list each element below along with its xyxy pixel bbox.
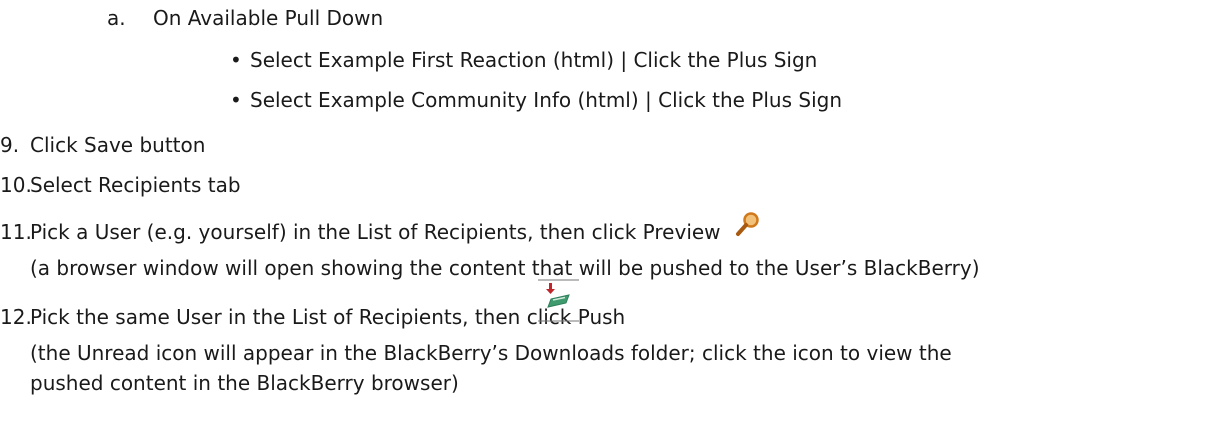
step-text: Pick a User (e.g. yourself) in the List … [30, 220, 721, 244]
step-marker: 9. [0, 133, 20, 157]
step-marker: a. [107, 6, 126, 30]
bullet-icon: • [230, 48, 242, 72]
step-text: Click Save button [30, 133, 206, 157]
step-note: (a browser window will open showing the … [30, 256, 980, 280]
step-marker: 10. [0, 173, 32, 197]
bullet-text: Select Example Community Info (html) | C… [250, 88, 843, 112]
bullet-icon: • [230, 88, 242, 112]
step-text: On Available Pull Down [153, 6, 384, 30]
bullet-item: • Select Example First Reaction (html) | … [230, 47, 817, 73]
step-note: (the Unread icon will appear in the Blac… [30, 341, 952, 365]
step-10: 10.Select Recipients tab [0, 172, 241, 198]
step-text: Select Recipients tab [30, 173, 241, 197]
step-12: 12.Pick the same User in the List of Rec… [0, 304, 625, 330]
bullet-item: • Select Example Community Info (html) | … [230, 87, 842, 113]
bullet-text: Select Example First Reaction (html) | C… [250, 48, 818, 72]
step-note: pushed content in the BlackBerry browser… [30, 371, 459, 395]
step-a: a. On Available Pull Down [107, 5, 383, 31]
step-11: 11.Pick a User (e.g. yourself) in the Li… [0, 211, 761, 245]
magnifier-icon [735, 211, 761, 243]
step-9: 9. Click Save button [0, 132, 205, 158]
push-icon [535, 278, 581, 323]
step-marker: 11. [0, 220, 32, 244]
step-marker: 12. [0, 305, 32, 329]
